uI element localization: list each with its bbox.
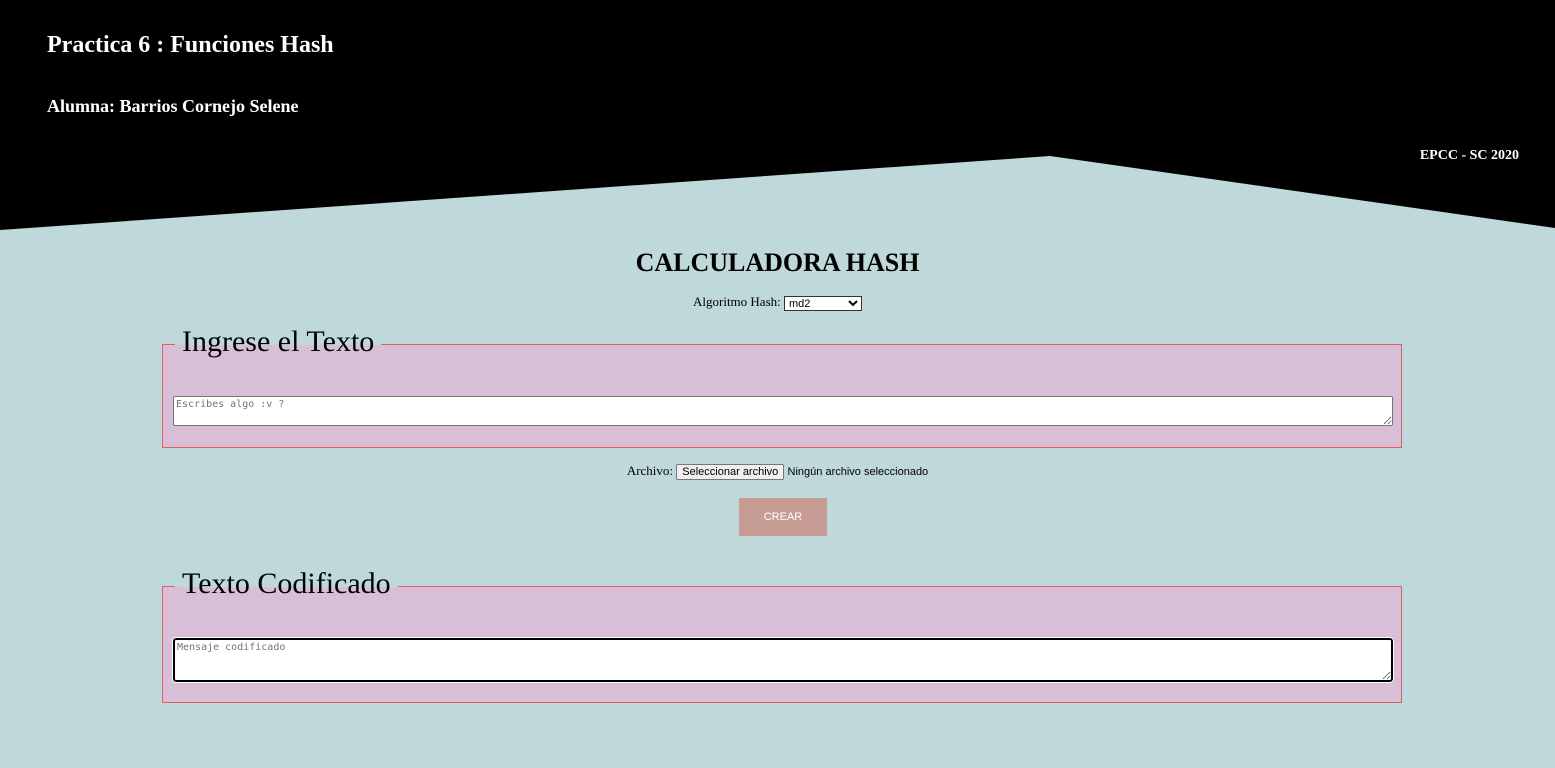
page: Practica 6 : Funciones Hash Alumna: Barr… xyxy=(0,0,1555,768)
output-fieldset: Texto Codificado xyxy=(162,567,1402,703)
file-label: Archivo: xyxy=(626,463,674,478)
organization-label: EPCC - SC 2020 xyxy=(1419,148,1519,163)
input-legend-text: Ingrese el Texto xyxy=(182,325,375,358)
calculator-title: CALCULADORA HASH xyxy=(635,248,920,277)
file-status: Ningún archivo seleccionado xyxy=(787,466,929,479)
input-fieldset: Ingrese el Texto xyxy=(162,325,1402,448)
create-button[interactable]: CREAR xyxy=(739,498,827,536)
file-row: Archivo: Seleccionar archivo Ningún arch… xyxy=(0,463,1555,481)
output-legend: Texto Codificado xyxy=(175,567,398,600)
output-legend-text: Texto Codificado xyxy=(182,567,391,600)
algorithm-label: Algoritmo Hash: xyxy=(693,294,781,309)
student-name: Alumna: Barrios Cornejo Selene xyxy=(47,96,299,116)
input-textarea[interactable] xyxy=(173,396,1393,426)
algorithm-select[interactable]: md2 xyxy=(784,295,862,311)
output-textarea[interactable] xyxy=(172,637,1394,683)
page-title: Practica 6 : Funciones Hash xyxy=(47,32,334,58)
input-legend: Ingrese el Texto xyxy=(175,325,382,358)
algorithm-row: Algoritmo Hash: md2 xyxy=(0,294,1555,311)
file-select-button[interactable]: Seleccionar archivo xyxy=(676,464,785,481)
